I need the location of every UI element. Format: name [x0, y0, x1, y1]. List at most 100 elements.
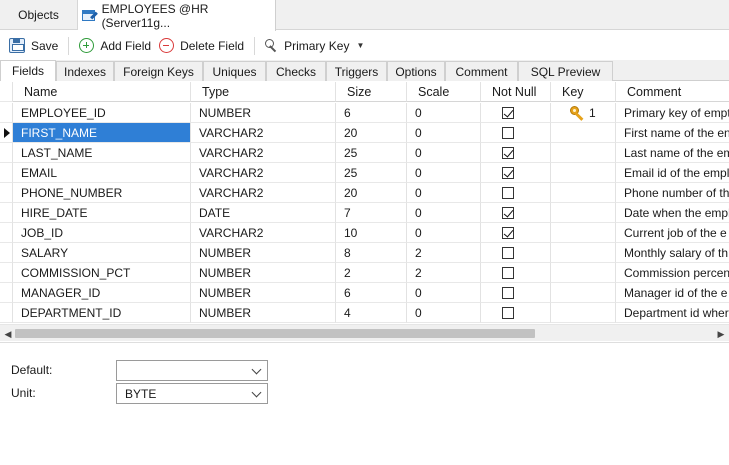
- row-indicator[interactable]: [0, 183, 13, 203]
- row-indicator[interactable]: [0, 243, 13, 263]
- cell-type[interactable]: NUMBER: [191, 103, 336, 123]
- column-header-name[interactable]: Name: [13, 82, 191, 102]
- cell-size[interactable]: 7: [336, 203, 407, 223]
- row-indicator[interactable]: [0, 283, 13, 303]
- tab-triggers[interactable]: Triggers: [326, 61, 387, 81]
- table-row[interactable]: HIRE_DATE DATE 7 0 Date when the empl: [0, 203, 729, 223]
- not-null-checkbox[interactable]: [502, 147, 514, 159]
- dropdown-caret-icon[interactable]: ▼: [356, 41, 364, 50]
- cell-key[interactable]: [551, 203, 616, 223]
- column-header-size[interactable]: Size: [336, 82, 407, 102]
- cell-size[interactable]: 6: [336, 103, 407, 123]
- tab-fields[interactable]: Fields: [0, 60, 56, 81]
- not-null-checkbox[interactable]: [502, 187, 514, 199]
- cell-scale[interactable]: 0: [407, 123, 481, 143]
- cell-key[interactable]: [551, 123, 616, 143]
- cell-size[interactable]: 20: [336, 183, 407, 203]
- cell-scale[interactable]: 2: [407, 243, 481, 263]
- not-null-checkbox[interactable]: [502, 167, 514, 179]
- cell-scale[interactable]: 0: [407, 283, 481, 303]
- cell-comment[interactable]: Phone number of th: [616, 183, 729, 203]
- primary-key-button[interactable]: Primary Key ▼: [261, 35, 368, 57]
- cell-comment[interactable]: Commission percen: [616, 263, 729, 283]
- cell-name[interactable]: JOB_ID: [13, 223, 191, 243]
- table-row[interactable]: MANAGER_ID NUMBER 6 0 Manager id of the e: [0, 283, 729, 303]
- cell-type[interactable]: VARCHAR2: [191, 183, 336, 203]
- cell-key[interactable]: [551, 243, 616, 263]
- cell-name[interactable]: FIRST_NAME: [13, 123, 191, 143]
- column-header-scale[interactable]: Scale: [407, 82, 481, 102]
- cell-key[interactable]: [551, 303, 616, 323]
- cell-name[interactable]: COMMISSION_PCT: [13, 263, 191, 283]
- delete-field-button[interactable]: Delete Field: [155, 35, 248, 57]
- scroll-left-icon[interactable]: ◀: [2, 328, 14, 340]
- not-null-checkbox[interactable]: [502, 287, 514, 299]
- cell-name[interactable]: DEPARTMENT_ID: [13, 303, 191, 323]
- cell-type[interactable]: NUMBER: [191, 243, 336, 263]
- cell-scale[interactable]: 0: [407, 163, 481, 183]
- cell-key[interactable]: [551, 263, 616, 283]
- table-row[interactable]: EMPLOYEE_ID NUMBER 6 0 1 Primary key of empt: [0, 103, 729, 123]
- cell-size[interactable]: 2: [336, 263, 407, 283]
- row-indicator[interactable]: [0, 163, 13, 183]
- table-row[interactable]: PHONE_NUMBER VARCHAR2 20 0 Phone number of t…: [0, 183, 729, 203]
- cell-key[interactable]: [551, 143, 616, 163]
- tab-indexes[interactable]: Indexes: [56, 61, 114, 81]
- tab-uniques[interactable]: Uniques: [203, 61, 266, 81]
- cell-comment[interactable]: Email id of the empl: [616, 163, 729, 183]
- table-row[interactable]: COMMISSION_PCT NUMBER 2 2 Commission percen: [0, 263, 729, 283]
- row-indicator[interactable]: [0, 223, 13, 243]
- cell-type[interactable]: VARCHAR2: [191, 163, 336, 183]
- cell-key[interactable]: 1: [551, 103, 616, 123]
- cell-size[interactable]: 25: [336, 163, 407, 183]
- cell-comment[interactable]: Department id wher: [616, 303, 729, 323]
- column-header-not-null[interactable]: Not Null: [481, 82, 551, 102]
- cell-comment[interactable]: Monthly salary of th: [616, 243, 729, 263]
- not-null-checkbox[interactable]: [502, 227, 514, 239]
- cell-name[interactable]: PHONE_NUMBER: [13, 183, 191, 203]
- not-null-checkbox[interactable]: [502, 247, 514, 259]
- table-row[interactable]: DEPARTMENT_ID NUMBER 4 0 Department id wher: [0, 303, 729, 323]
- unit-select[interactable]: BYTE: [116, 383, 268, 404]
- not-null-checkbox[interactable]: [502, 207, 514, 219]
- cell-comment[interactable]: Manager id of the e: [616, 283, 729, 303]
- tab-foreign-keys[interactable]: Foreign Keys: [114, 61, 203, 81]
- table-row[interactable]: LAST_NAME VARCHAR2 25 0 Last name of the em: [0, 143, 729, 163]
- column-header-comment[interactable]: Comment: [616, 82, 729, 102]
- cell-name[interactable]: SALARY: [13, 243, 191, 263]
- cell-key[interactable]: [551, 183, 616, 203]
- cell-comment[interactable]: First name of the en: [616, 123, 729, 143]
- row-indicator[interactable]: [0, 143, 13, 163]
- cell-type[interactable]: VARCHAR2: [191, 123, 336, 143]
- cell-type[interactable]: NUMBER: [191, 303, 336, 323]
- cell-key[interactable]: [551, 163, 616, 183]
- tab-sql-preview[interactable]: SQL Preview: [518, 61, 613, 81]
- cell-size[interactable]: 8: [336, 243, 407, 263]
- table-row[interactable]: EMAIL VARCHAR2 25 0 Email id of the empl: [0, 163, 729, 183]
- cell-name[interactable]: EMAIL: [13, 163, 191, 183]
- cell-name[interactable]: EMPLOYEE_ID: [13, 103, 191, 123]
- save-button[interactable]: Save: [5, 35, 62, 57]
- cell-key[interactable]: [551, 283, 616, 303]
- column-header-key[interactable]: Key: [551, 82, 616, 102]
- cell-type[interactable]: NUMBER: [191, 283, 336, 303]
- cell-size[interactable]: 20: [336, 123, 407, 143]
- row-indicator[interactable]: [0, 263, 13, 283]
- row-indicator[interactable]: [0, 203, 13, 223]
- cell-name[interactable]: LAST_NAME: [13, 143, 191, 163]
- cell-size[interactable]: 6: [336, 283, 407, 303]
- cell-scale[interactable]: 0: [407, 143, 481, 163]
- default-select[interactable]: [116, 360, 268, 381]
- column-header-type[interactable]: Type: [191, 82, 336, 102]
- cell-comment[interactable]: Primary key of empt: [616, 103, 729, 123]
- tab-comment[interactable]: Comment: [445, 61, 518, 81]
- row-indicator[interactable]: [0, 103, 13, 123]
- cell-scale[interactable]: 0: [407, 223, 481, 243]
- not-null-checkbox[interactable]: [502, 127, 514, 139]
- cell-scale[interactable]: 0: [407, 103, 481, 123]
- table-row[interactable]: SALARY NUMBER 8 2 Monthly salary of th: [0, 243, 729, 263]
- cell-scale[interactable]: 2: [407, 263, 481, 283]
- fields-grid[interactable]: Name Type Size Scale Not Null Key Commen…: [0, 82, 729, 324]
- cell-size[interactable]: 10: [336, 223, 407, 243]
- table-row[interactable]: FIRST_NAME VARCHAR2 20 0 First name of the e…: [0, 123, 729, 143]
